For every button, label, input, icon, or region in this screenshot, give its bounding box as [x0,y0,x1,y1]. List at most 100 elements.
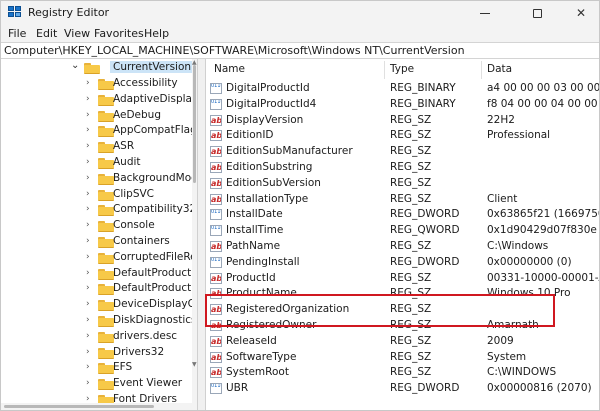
tree-item[interactable]: › BackgroundMode [14,171,197,187]
chevron-right-icon[interactable]: › [86,189,90,199]
tree-item[interactable]: › Event Viewer [14,376,197,392]
value-row[interactable]: ab EditionSubManufacturer REG_SZ [206,144,600,160]
tree-item[interactable]: › DiskDiagnostics [14,313,197,329]
chevron-right-icon[interactable]: › [86,173,90,183]
tree-item[interactable]: › DefaultProductKe [14,281,197,297]
address-bar[interactable]: Computer\HKEY_LOCAL_MACHINE\SOFTWARE\Mic… [0,42,600,59]
tree-item-label: Audit [113,156,141,168]
tree-item[interactable]: › Compatibility32 [14,202,197,218]
minimize-button[interactable] [462,0,508,26]
chevron-right-icon[interactable]: › [86,125,90,135]
value-row[interactable]: 0110 UBR REG_DWORD 0x00000816 (2070) [206,381,600,397]
chevron-right-icon[interactable]: › [86,110,90,120]
chevron-right-icon[interactable]: › [86,268,90,278]
chevron-right-icon[interactable]: › [86,94,90,104]
chevron-right-icon[interactable]: › [86,283,90,293]
value-row[interactable]: ab ProductId REG_SZ 00331-10000-00001-AA [206,271,600,287]
column-header-data[interactable]: Data [487,61,512,79]
chevron-right-icon[interactable]: › [86,378,90,388]
chevron-right-icon[interactable]: › [86,141,90,151]
value-data: 0x00000816 (2070) [487,382,592,395]
tree-item[interactable]: › ASR [14,139,197,155]
key-tree: ⌄ CurrentVersion › Accessibility › Adaptive… [0,59,197,411]
column-header-type[interactable]: Type [390,61,414,79]
menu-help[interactable]: Help [144,27,169,40]
column-divider[interactable] [384,61,385,79]
tree-item[interactable]: › Containers [14,234,197,250]
chevron-right-icon[interactable]: › [86,331,90,341]
value-data: Client [487,192,518,205]
tree-item[interactable]: › AeDebug [14,108,197,124]
tree-item[interactable]: › AppCompatFlags [14,123,197,139]
value-row[interactable]: ab EditionID REG_SZ Professional [206,128,600,144]
tree-horizontal-scrollbar[interactable] [0,403,197,411]
tree-item-currentversion[interactable]: ⌄ CurrentVersion [0,60,195,76]
value-type: REG_SZ [390,145,432,158]
value-row[interactable]: ab PathName REG_SZ C:\Windows [206,239,600,255]
tree-item[interactable]: › ClipSVC [14,187,197,203]
chevron-right-icon[interactable]: › [86,78,90,88]
column-header-name[interactable]: Name [214,61,245,79]
value-row[interactable]: 0110 InstallDate REG_DWORD 0x63865f21 (1669… [206,207,600,223]
value-row[interactable]: 0110 DigitalProductId REG_BINARY a4 00 00 0… [206,81,600,97]
chevron-right-icon[interactable]: › [86,252,90,262]
value-name: UBR [226,382,249,395]
column-divider[interactable] [481,61,482,79]
pane-splitter[interactable] [197,59,206,411]
menu-bar: File Edit View Favorites Help [0,26,600,42]
chevron-right-icon[interactable]: › [86,347,90,357]
tree-item-label: Console [113,219,155,232]
tree-item[interactable]: › EFS [14,360,197,376]
address-path[interactable]: Computer\HKEY_LOCAL_MACHINE\SOFTWARE\Mic… [4,44,465,57]
menu-file[interactable]: File [8,27,26,40]
tree-item[interactable]: › Audit [14,155,197,171]
scroll-down-icon[interactable]: ▼ [192,361,197,368]
folder-icon [98,284,114,296]
tree-item[interactable]: › drivers.desc [14,329,197,345]
tree-item-label: DefaultProductKe [113,282,197,295]
value-row[interactable]: 0110 PendingInstall REG_DWORD 0x00000000 (0… [206,255,600,271]
value-row[interactable]: ab ReleaseId REG_SZ 2009 [206,334,600,350]
tree-item[interactable]: › Drivers32 [14,345,197,361]
tree-item[interactable]: › CorruptedFileRec [14,250,197,266]
value-row[interactable]: ab EditionSubstring REG_SZ [206,160,600,176]
chevron-right-icon[interactable]: › [86,204,90,214]
tree-item-label: Containers [113,235,170,247]
chevron-right-icon[interactable]: › [86,236,90,246]
registry-icon [8,6,22,19]
value-row[interactable]: 0110 InstallTime REG_QWORD 0x1d90429d07f830… [206,223,600,239]
menu-favorites[interactable]: Favorites [94,27,144,40]
chevron-right-icon[interactable]: › [86,299,90,309]
value-data: f8 04 00 00 04 00 00 00 [487,97,600,110]
scroll-thumb[interactable] [193,65,196,183]
tree-item[interactable]: › Accessibility [14,76,197,92]
value-row[interactable]: 0110 DigitalProductId4 REG_BINARY f8 04 00 … [206,97,600,113]
folder-icon [98,158,114,169]
scroll-thumb[interactable] [4,405,154,408]
value-row[interactable]: ab DisplayVersion REG_SZ 22H2 [206,113,600,129]
value-data: a4 00 00 00 03 00 00 00 [487,82,600,94]
value-data: 0x1d90429d07f830e (1 [487,224,600,237]
menu-view[interactable]: View [64,27,90,40]
tree-item[interactable]: › AdaptiveDisplayB [14,92,197,108]
binary-value-icon: 0110 [210,383,222,395]
value-row[interactable]: ab EditionSubVersion REG_SZ [206,176,600,192]
close-button[interactable]: ✕ [558,0,600,26]
value-row[interactable]: ab SystemRoot REG_SZ C:\WINDOWS [206,365,600,381]
tree-item[interactable]: › DefaultProductKe [14,266,197,282]
value-row[interactable]: ab SoftwareType REG_SZ System [206,350,600,366]
value-row[interactable]: ab InstallationType REG_SZ Client [206,192,600,208]
value-type: REG_SZ [390,350,432,363]
maximize-button[interactable] [514,0,560,26]
chevron-right-icon[interactable]: › [86,362,90,372]
menu-edit[interactable]: Edit [36,27,57,40]
chevron-right-icon[interactable]: › [86,315,90,325]
chevron-down-icon[interactable]: ⌄ [71,60,79,71]
tree-item[interactable]: › DeviceDisplayObj [14,297,197,313]
tree-item[interactable]: › Console [14,218,197,234]
string-value-icon: ab [210,114,222,126]
chevron-right-icon[interactable]: › [86,157,90,167]
chevron-right-icon[interactable]: › [86,220,90,230]
folder-icon [98,110,114,122]
value-type: REG_BINARY [390,82,456,94]
